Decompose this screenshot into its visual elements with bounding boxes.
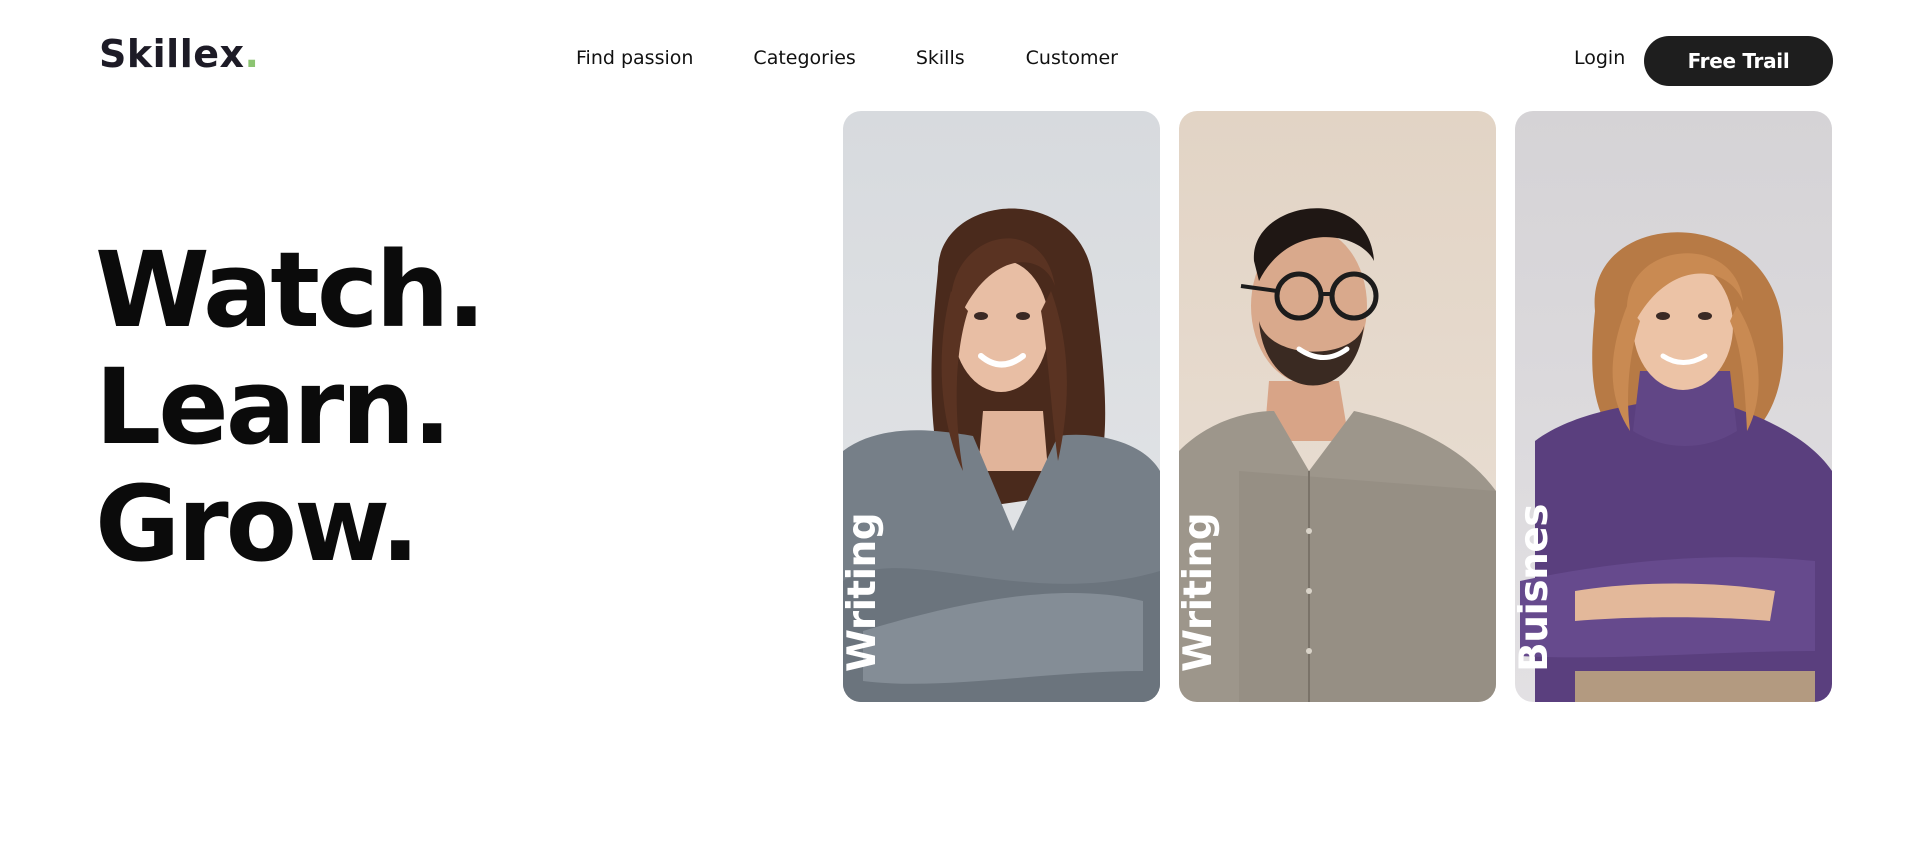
free-trial-button[interactable]: Free Trail [1644, 36, 1833, 86]
nav-item-customer[interactable]: Customer [1026, 46, 1118, 70]
brand-dot: . [244, 32, 260, 76]
card-label-box: Writing [1179, 513, 1269, 672]
card-label-box: Writing [843, 513, 933, 672]
main-nav: Find passion Categories Skills Customer [576, 46, 1118, 70]
brand-name: Skillex [99, 32, 245, 76]
nav-item-skills[interactable]: Skills [916, 46, 965, 70]
login-link[interactable]: Login [1574, 46, 1625, 70]
category-card-business[interactable]: Buisnes [1515, 111, 1832, 702]
card-label: Buisnes [1515, 503, 1557, 672]
hero-line-learn: Learn. [95, 346, 452, 468]
nav-item-find-passion[interactable]: Find passion [576, 46, 693, 70]
hero-line-watch: Watch. [95, 229, 486, 351]
category-card-writing-1[interactable]: Writing [843, 111, 1160, 702]
nav-item-categories[interactable]: Categories [753, 46, 855, 70]
card-label-box: Buisnes [1515, 504, 1605, 672]
category-card-writing-2[interactable]: Writing [1179, 111, 1496, 702]
brand-logo[interactable]: Skillex. [99, 32, 259, 76]
hero-heading: Watch. Learn. Grow. [95, 229, 486, 585]
card-label: Writing [843, 512, 885, 672]
card-label: Writing [1179, 512, 1221, 672]
hero-line-grow: Grow. [95, 463, 420, 585]
